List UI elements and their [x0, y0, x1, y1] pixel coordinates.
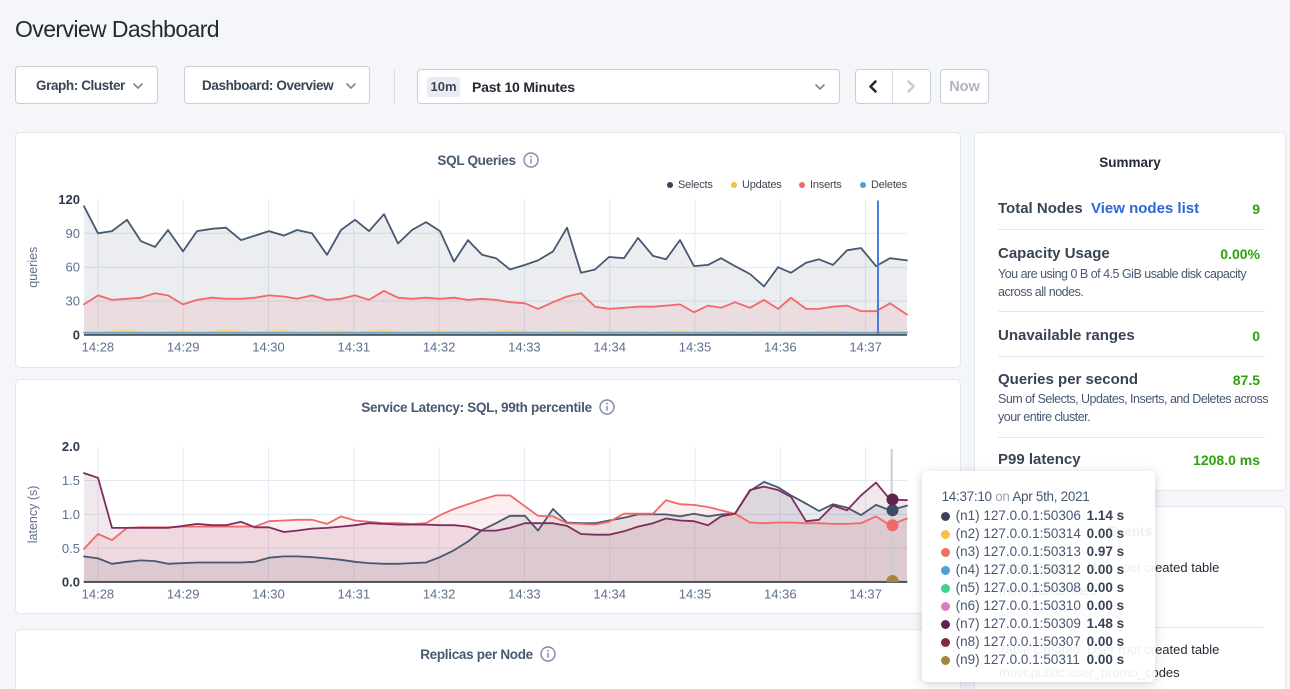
svg-text:14:28: 14:28 [82, 587, 115, 602]
svg-text:14:32: 14:32 [423, 587, 456, 602]
svg-text:14:37: 14:37 [849, 340, 882, 355]
svg-text:0.5: 0.5 [62, 541, 80, 556]
svg-text:latency (s): latency (s) [26, 486, 40, 544]
svg-text:14:37: 14:37 [849, 587, 882, 602]
svg-text:14:29: 14:29 [167, 340, 200, 355]
svg-text:14:32: 14:32 [423, 340, 456, 355]
svg-text:14:29: 14:29 [167, 587, 200, 602]
svg-text:14:34: 14:34 [593, 340, 626, 355]
svg-text:14:36: 14:36 [764, 340, 797, 355]
svg-text:1.5: 1.5 [62, 473, 80, 488]
svg-text:120: 120 [58, 192, 80, 207]
svg-text:1.0: 1.0 [62, 507, 80, 522]
svg-text:60: 60 [66, 260, 80, 275]
svg-text:14:30: 14:30 [252, 587, 285, 602]
svg-text:14:33: 14:33 [508, 587, 541, 602]
svg-text:0: 0 [73, 327, 80, 342]
svg-text:2.0: 2.0 [62, 439, 80, 454]
svg-text:queries: queries [26, 247, 40, 288]
svg-text:14:28: 14:28 [82, 340, 115, 355]
svg-text:30: 30 [66, 294, 80, 309]
svg-text:14:31: 14:31 [338, 340, 371, 355]
svg-text:14:36: 14:36 [764, 587, 797, 602]
svg-text:90: 90 [66, 226, 80, 241]
svg-text:14:34: 14:34 [593, 587, 626, 602]
svg-text:14:30: 14:30 [252, 340, 285, 355]
svg-text:14:35: 14:35 [679, 340, 712, 355]
svg-text:14:35: 14:35 [679, 587, 712, 602]
svg-text:0.0: 0.0 [62, 575, 80, 590]
svg-text:14:33: 14:33 [508, 340, 541, 355]
svg-text:14:31: 14:31 [338, 587, 371, 602]
